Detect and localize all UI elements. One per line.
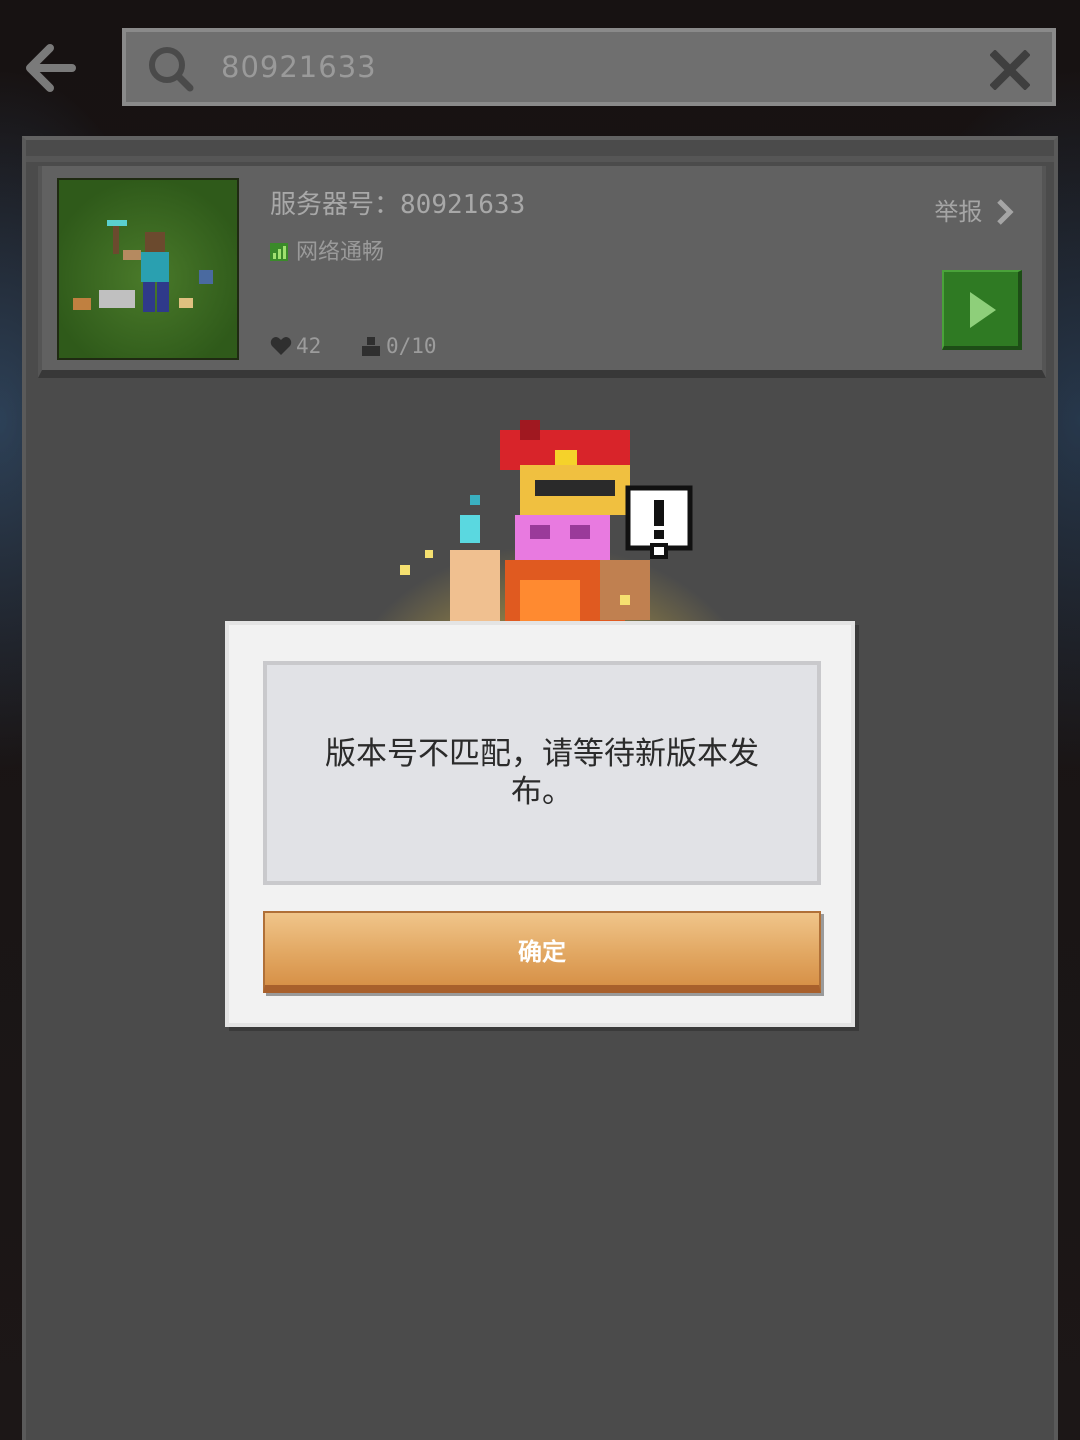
players-stat: 0/10 <box>360 334 437 358</box>
play-button[interactable] <box>942 270 1022 350</box>
confirm-button[interactable]: 确定 <box>263 911 821 993</box>
players-count: 0/10 <box>385 334 437 358</box>
likes-stat: 42 <box>270 334 334 358</box>
play-icon <box>970 292 996 328</box>
search-field[interactable]: 80921633 <box>122 28 1056 106</box>
network-status-label: 网络通畅 <box>296 240 385 265</box>
dialog-message: 版本号不匹配，请等待新版本发布。 <box>325 736 759 810</box>
dialog-message-box: 版本号不匹配，请等待新版本发布。 <box>263 661 821 885</box>
server-thumbnail <box>57 178 239 360</box>
server-card[interactable]: 服务器号：80921633 网络通畅 举报 42 0/10 <box>38 166 1046 378</box>
person-icon <box>361 337 380 356</box>
server-id: 服务器号：80921633 <box>270 184 525 221</box>
thumbnail-art <box>73 220 213 312</box>
server-id-label: 服务器号： <box>270 190 401 220</box>
back-arrow-icon <box>26 44 76 92</box>
search-icon <box>149 47 194 92</box>
report-label: 举报 <box>934 198 983 226</box>
close-icon[interactable] <box>990 50 1030 90</box>
version-mismatch-dialog: 版本号不匹配，请等待新版本发布。 确定 <box>225 621 855 1027</box>
network-status: 网络通畅 <box>270 234 384 266</box>
heart-icon <box>270 337 292 355</box>
report-button[interactable]: 举报 <box>934 192 1014 227</box>
back-button[interactable] <box>22 40 78 96</box>
character-illustration <box>370 420 730 625</box>
chevron-right-icon <box>997 199 1014 225</box>
signal-icon <box>270 243 288 261</box>
server-id-value: 80921633 <box>400 190 526 220</box>
server-stats: 42 0/10 <box>270 334 463 358</box>
likes-count: 42 <box>296 334 322 358</box>
panel-divider <box>26 156 1054 162</box>
search-input[interactable]: 80921633 <box>221 50 377 84</box>
